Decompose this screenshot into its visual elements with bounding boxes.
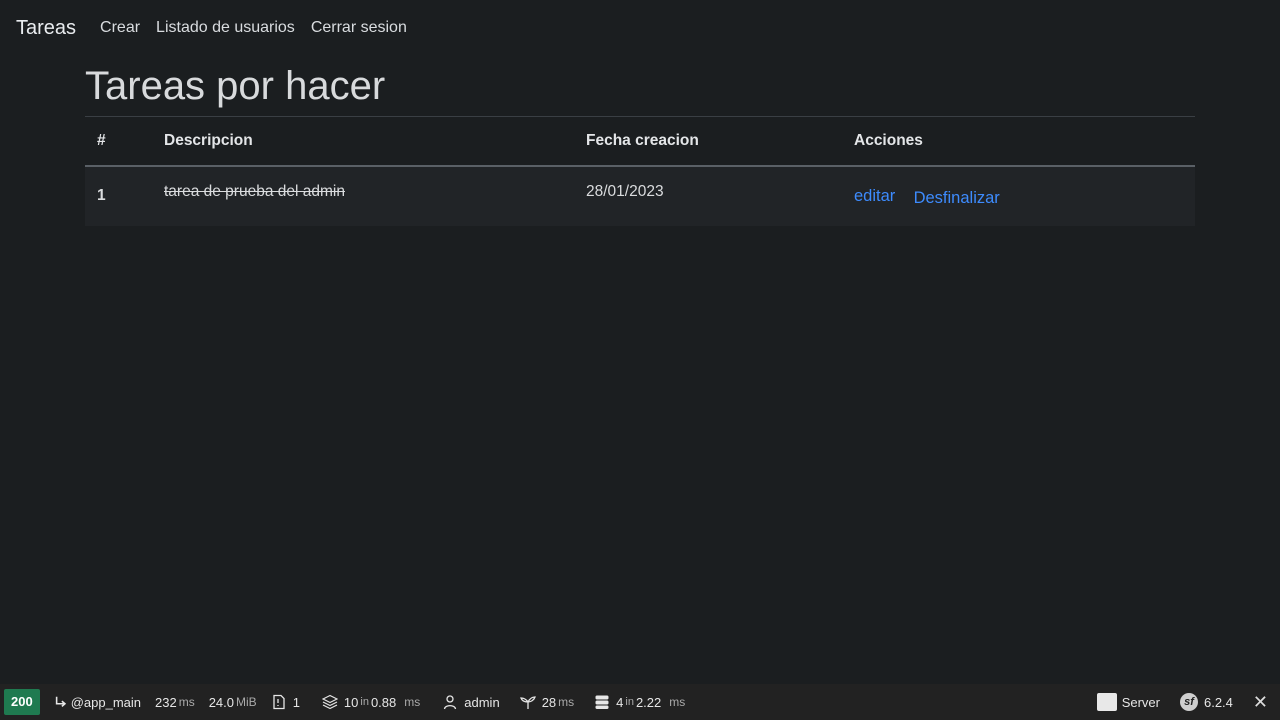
cache-time: 0.88 [370, 694, 397, 710]
nav-link-listado-usuarios[interactable]: Listado de usuarios [156, 19, 295, 37]
cache-in: in [360, 696, 369, 708]
cache-unit: ms [404, 695, 421, 709]
close-icon[interactable]: ✕ [1253, 693, 1268, 711]
route-item[interactable]: @app_main [54, 694, 141, 710]
twig-value: 28 [541, 694, 557, 710]
table-header: # Descripcion Fecha creacion Acciones [85, 116, 1195, 166]
task-description: tarea de prueba del admin [164, 183, 345, 200]
memory-item[interactable]: 24.0 MiB [209, 695, 257, 710]
toolbar-right: Server sf 6.2.4 ✕ [1083, 693, 1280, 711]
time-unit: ms [178, 695, 195, 709]
time-item[interactable]: 232 ms [155, 695, 195, 710]
db-time: 2.22 [635, 694, 662, 710]
main-container: Tareas por hacer # Descripcion Fecha cre… [85, 56, 1195, 226]
symfony-version: 6.2.4 [1203, 694, 1233, 710]
edit-link[interactable]: editar [854, 187, 895, 205]
symfony-logo-icon: sf [1179, 693, 1198, 711]
brand-link[interactable]: Tareas [16, 17, 76, 40]
route-name: @app_main [70, 694, 141, 710]
twig-item[interactable]: 28 ms [519, 694, 575, 710]
user-item[interactable]: admin [442, 694, 500, 710]
header-fecha-creacion: Fecha creacion [586, 131, 699, 149]
redirect-arrow-icon [55, 696, 66, 707]
logs-item[interactable]: 1 [271, 694, 300, 710]
tasks-table: # Descripcion Fecha creacion Acciones 1 … [85, 116, 1195, 226]
unfinalize-link[interactable]: Desfinalizar [914, 189, 1000, 207]
status-badge[interactable]: 200 [4, 689, 40, 715]
server-icon [1096, 693, 1117, 711]
table-row: 1 tarea de prueba del admin 28/01/2023 e… [85, 165, 1195, 226]
db-value: 4 [616, 694, 624, 710]
header-number: # [97, 131, 106, 149]
header-descripcion: Descripcion [164, 131, 253, 149]
nav-link-cerrar-sesion[interactable]: Cerrar sesion [311, 19, 407, 37]
time-value: 232 [155, 694, 177, 710]
symfony-debug-toolbar: 200 @app_main 232 ms 24.0 MiB 1 10 in 0.… [0, 684, 1280, 720]
twig-leaf-icon [519, 696, 536, 709]
header-acciones: Acciones [854, 131, 923, 149]
cache-item[interactable]: 10 in 0.88 ms [321, 694, 421, 710]
database-item[interactable]: 4 in 2.22 ms [594, 694, 685, 710]
user-icon [444, 695, 457, 710]
layers-icon [321, 694, 338, 710]
task-actions: editar Desfinalizar [842, 166, 1195, 226]
user-name: admin [464, 694, 500, 710]
task-date: 28/01/2023 [586, 183, 664, 200]
cache-value: 10 [343, 694, 359, 710]
db-in: in [625, 696, 634, 708]
memory-unit: MiB [236, 695, 257, 709]
server-label: Server [1121, 694, 1160, 710]
db-unit: ms [669, 695, 686, 709]
server-item[interactable]: Server [1096, 693, 1160, 711]
memory-value: 24.0 [208, 694, 235, 710]
twig-unit: ms [558, 695, 575, 709]
logs-count: 1 [292, 694, 300, 710]
task-description-cell: tarea de prueba del admin [152, 166, 574, 226]
database-icon [595, 695, 609, 709]
document-icon [273, 694, 285, 710]
nav-link-crear[interactable]: Crear [100, 19, 140, 37]
symfony-version-item[interactable]: sf 6.2.4 [1179, 693, 1233, 711]
task-id: 1 [97, 187, 106, 204]
page-title: Tareas por hacer [85, 64, 386, 108]
navbar: Tareas Crear Listado de usuarios Cerrar … [0, 0, 1280, 56]
